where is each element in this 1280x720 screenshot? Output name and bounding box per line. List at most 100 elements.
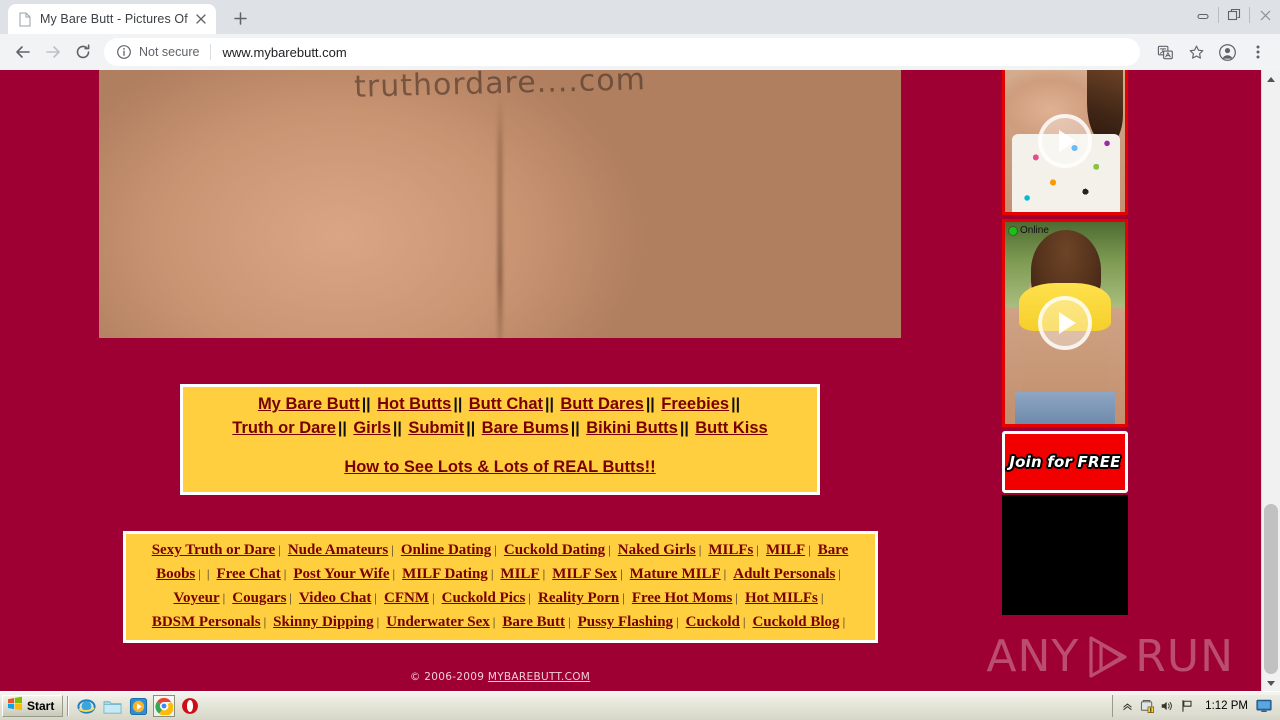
- sponsor-link[interactable]: Boobs: [156, 566, 195, 582]
- cam-thumbnail-1[interactable]: [1002, 70, 1128, 215]
- page-icon: [18, 12, 32, 27]
- separator: |: [620, 566, 623, 582]
- sponsor-link[interactable]: Pussy Flashing: [578, 614, 673, 630]
- divider: [67, 696, 70, 716]
- windows-taskbar: Start 1:12 PM: [0, 691, 1280, 720]
- sponsor-link[interactable]: Free Chat: [216, 566, 280, 582]
- play-icon[interactable]: [1038, 114, 1092, 168]
- sponsor-link[interactable]: Skinny Dipping: [273, 614, 373, 630]
- nav-link[interactable]: Submit: [408, 419, 464, 437]
- sponsor-link[interactable]: Free Hot Moms: [632, 590, 733, 606]
- sponsor-link[interactable]: Bare Butt: [502, 614, 565, 630]
- sponsor-link[interactable]: Cuckold Pics: [442, 590, 526, 606]
- scroll-down-icon[interactable]: [1262, 674, 1280, 692]
- play-icon[interactable]: [1038, 296, 1092, 350]
- show-desktop-icon[interactable]: [1254, 697, 1274, 715]
- nav-link[interactable]: Butt Chat: [469, 395, 543, 413]
- translate-icon[interactable]: [1151, 38, 1179, 66]
- nav-link[interactable]: Truth or Dare: [232, 419, 336, 437]
- sponsor-link[interactable]: Sexy Truth or Dare: [152, 542, 275, 558]
- sponsor-link[interactable]: Naked Girls: [618, 542, 696, 558]
- opera-icon[interactable]: [179, 695, 201, 717]
- sponsor-link[interactable]: MILF: [500, 566, 539, 582]
- sponsor-link[interactable]: Online Dating: [401, 542, 491, 558]
- watermark-text-right: RUN: [1135, 631, 1234, 682]
- close-icon[interactable]: [192, 10, 210, 28]
- sponsor-link[interactable]: Video Chat: [299, 590, 371, 606]
- sponsor-link[interactable]: Bare: [818, 542, 849, 558]
- sponsor-link[interactable]: Post Your Wife: [293, 566, 389, 582]
- minimize-icon[interactable]: [1188, 2, 1218, 28]
- sponsor-link[interactable]: Cuckold: [686, 614, 740, 630]
- link-row-3: Voyeur | Cougars | Video Chat | CFNM | Cucko…: [134, 586, 867, 610]
- security-status: Not secure: [139, 45, 200, 59]
- sponsor-link[interactable]: CFNM: [384, 590, 429, 606]
- profile-avatar-icon[interactable]: [1213, 38, 1241, 66]
- url-text: www.mybarebutt.com: [222, 44, 347, 60]
- folder-icon[interactable]: [101, 695, 123, 717]
- site-link[interactable]: MYBAREBUTT.COM: [488, 671, 590, 683]
- separator: |: [808, 542, 811, 558]
- sponsor-link[interactable]: Voyeur: [174, 590, 220, 606]
- footer-copyright: © 2006-2009 MYBAREBUTT.COM: [0, 671, 1000, 683]
- nav-link[interactable]: Bikini Butts: [586, 419, 678, 437]
- sponsor-link[interactable]: Nude Amateurs: [288, 542, 388, 558]
- nav-link[interactable]: My Bare Butt: [258, 395, 360, 413]
- page-scrollbar[interactable]: [1261, 70, 1280, 692]
- bookmark-star-icon[interactable]: [1182, 38, 1210, 66]
- chevron-up-icon[interactable]: [1118, 697, 1136, 715]
- security-shield-icon[interactable]: [1138, 697, 1156, 715]
- scrollbar-thumb[interactable]: [1264, 504, 1278, 674]
- sponsor-link[interactable]: MILF: [766, 542, 805, 558]
- sponsor-link[interactable]: Adult Personals: [733, 566, 835, 582]
- browser-menu-icon[interactable]: [1244, 38, 1272, 66]
- online-dot-icon: [1009, 226, 1017, 235]
- close-window-icon[interactable]: [1250, 2, 1280, 28]
- sponsor-link[interactable]: Cougars: [232, 590, 286, 606]
- sponsor-link[interactable]: Underwater Sex: [386, 614, 489, 630]
- cta-link[interactable]: How to See Lots & Lots of REAL Butts!!: [344, 458, 655, 476]
- sponsor-link[interactable]: Cuckold Dating: [504, 542, 605, 558]
- network-flag-icon[interactable]: [1178, 697, 1196, 715]
- scroll-up-icon[interactable]: [1262, 70, 1280, 88]
- sponsor-link[interactable]: Mature MILF: [630, 566, 721, 582]
- internet-explorer-icon[interactable]: [75, 695, 97, 717]
- clock[interactable]: 1:12 PM: [1205, 700, 1248, 712]
- sponsor-link[interactable]: MILF Dating: [402, 566, 488, 582]
- window-controls: [1188, 0, 1280, 30]
- sponsor-link[interactable]: Hot MILFs: [745, 590, 818, 606]
- new-tab-button[interactable]: [226, 4, 254, 32]
- sponsor-link-box: Sexy Truth or Dare | Nude Amateurs | Onlin…: [122, 531, 878, 644]
- nav-link[interactable]: Bare Bums: [482, 419, 569, 437]
- start-button[interactable]: Start: [2, 695, 64, 717]
- nav-link[interactable]: Butt Dares: [560, 395, 643, 413]
- nav-row-1: My Bare Butt || Hot Butts || Butt Chat || B…: [191, 393, 809, 417]
- forward-icon[interactable]: [38, 37, 68, 67]
- nav-link[interactable]: Butt Kiss: [695, 419, 767, 437]
- sponsor-link[interactable]: Cuckold Blog: [752, 614, 839, 630]
- join-for-free-button[interactable]: Join for FREE: [1002, 431, 1128, 493]
- cam-thumbnail-2[interactable]: Online: [1002, 219, 1128, 427]
- volume-icon[interactable]: [1158, 697, 1176, 715]
- sponsor-link[interactable]: MILF Sex: [552, 566, 617, 582]
- nav-link[interactable]: Freebies: [661, 395, 729, 413]
- sponsor-link[interactable]: Reality Porn: [538, 590, 619, 606]
- sponsor-link[interactable]: MILFs: [708, 542, 753, 558]
- reload-icon[interactable]: [68, 37, 98, 67]
- address-bar[interactable]: Not secure www.mybarebutt.com: [104, 38, 1140, 66]
- windows-logo-icon: [7, 696, 23, 716]
- browser-tab[interactable]: My Bare Butt - Pictures Of College G: [8, 4, 216, 34]
- page-viewport: truthordare....com My Bare Butt || Hot Bu…: [0, 70, 1280, 692]
- chrome-icon[interactable]: [153, 695, 176, 717]
- status-badge: Online: [1009, 225, 1049, 236]
- nav-link[interactable]: Girls: [353, 419, 391, 437]
- nav-link[interactable]: Hot Butts: [377, 395, 451, 413]
- separator: ||: [466, 419, 476, 437]
- restore-icon[interactable]: [1219, 2, 1249, 28]
- separator: |: [622, 590, 625, 606]
- separator: |: [608, 542, 611, 558]
- separator: |: [742, 614, 746, 630]
- media-player-icon[interactable]: [127, 695, 149, 717]
- sponsor-link[interactable]: BDSM Personals: [152, 614, 261, 630]
- back-icon[interactable]: [8, 37, 38, 67]
